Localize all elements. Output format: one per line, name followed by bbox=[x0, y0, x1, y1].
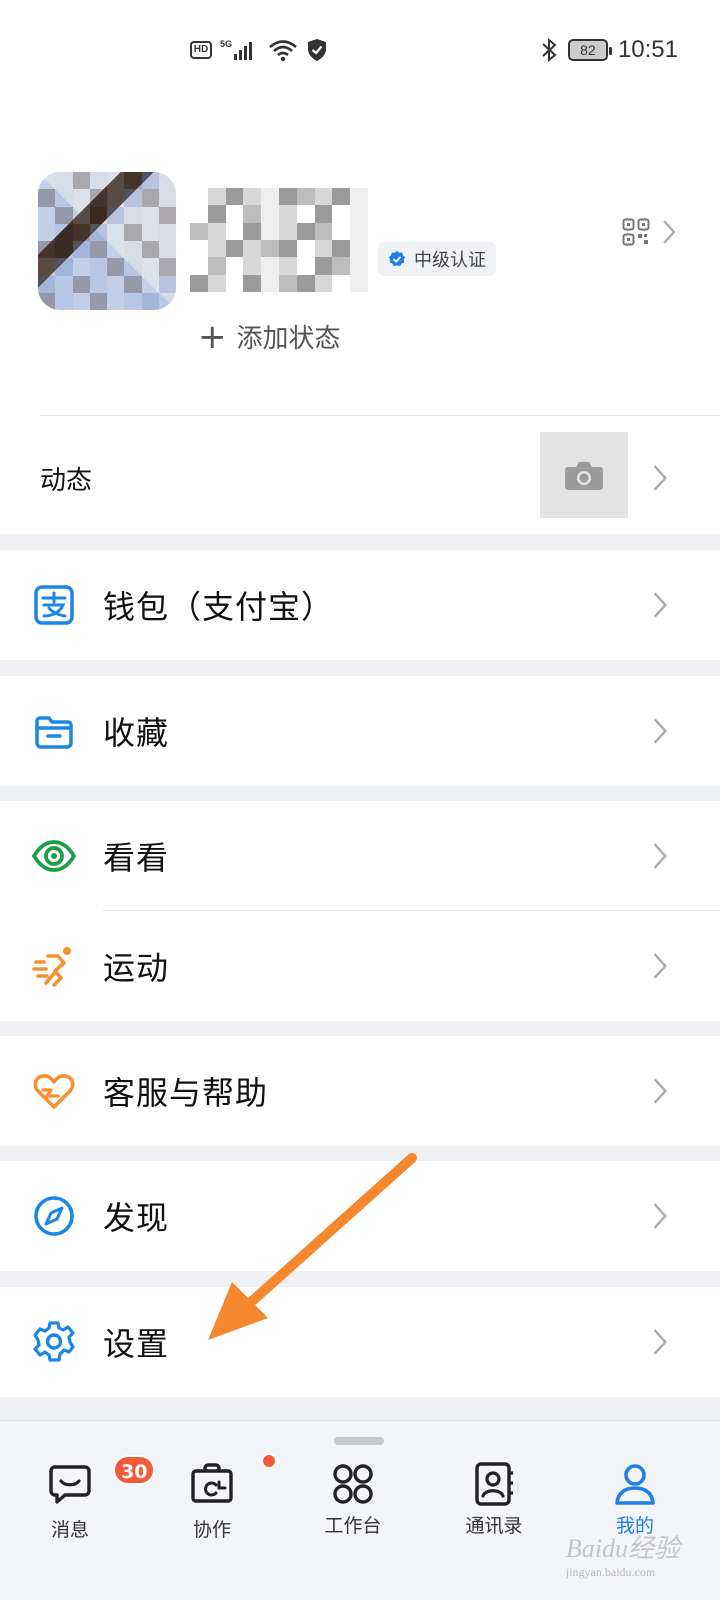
battery-indicator: 82 bbox=[567, 39, 612, 61]
menu-label-kan: 看看 bbox=[103, 839, 170, 877]
menu-group-kan-sport: 看看 运动 bbox=[0, 801, 720, 1021]
chevron-right-icon bbox=[653, 1078, 667, 1104]
chevron-right-icon bbox=[653, 953, 667, 979]
verified-icon bbox=[388, 250, 406, 267]
status-right: 82 10:51 bbox=[540, 36, 678, 64]
menu-item-favorites[interactable]: 收藏 bbox=[0, 676, 720, 786]
tab-label-messages: 消息 bbox=[50, 1519, 89, 1541]
eye-icon bbox=[32, 840, 76, 872]
add-status-label: 添加状态 bbox=[236, 324, 341, 354]
menu-group-settings: 设置 bbox=[0, 1287, 720, 1397]
divider bbox=[40, 415, 720, 416]
chevron-right-icon bbox=[663, 220, 676, 244]
chat-bubble-icon bbox=[49, 1465, 91, 1504]
menu-group-favorites: 收藏 bbox=[0, 676, 720, 786]
tab-collab[interactable]: 协作 bbox=[152, 1453, 277, 1542]
folder-icon bbox=[35, 716, 73, 749]
contact-book-icon bbox=[475, 1462, 513, 1506]
drag-handle[interactable] bbox=[334, 1437, 384, 1445]
tab-messages[interactable]: 30 消息 bbox=[10, 1455, 156, 1542]
unread-badge: 30 bbox=[113, 1455, 156, 1485]
menu-label-sport: 运动 bbox=[103, 949, 170, 987]
signal-icon: 5G bbox=[220, 39, 252, 60]
clock: 10:51 bbox=[617, 36, 678, 63]
person-icon bbox=[615, 1464, 655, 1505]
certification-badge[interactable]: 中级认证 bbox=[378, 242, 496, 276]
menu-item-sport[interactable]: 运动 bbox=[0, 911, 720, 1021]
menu-label-settings: 设置 bbox=[103, 1325, 170, 1363]
qr-code-entry[interactable] bbox=[622, 218, 676, 246]
plus-icon: + bbox=[198, 316, 227, 357]
network-type-label: 5G bbox=[220, 39, 232, 49]
hd-badge: HD bbox=[190, 41, 212, 59]
chevron-right-icon bbox=[653, 1203, 667, 1229]
menu-label-discover: 发现 bbox=[103, 1199, 170, 1237]
wifi-icon bbox=[269, 40, 297, 62]
notification-dot bbox=[261, 1453, 277, 1469]
alipay-icon bbox=[34, 585, 74, 625]
gear-icon bbox=[33, 1321, 75, 1362]
profile-name-blurred bbox=[190, 188, 368, 292]
status-icons: HD 5G bbox=[190, 38, 328, 62]
watermark-brand: Baidu经验 bbox=[565, 1534, 680, 1563]
menu-item-kan[interactable]: 看看 bbox=[0, 801, 720, 911]
tab-contacts[interactable]: 通讯录 bbox=[434, 1461, 554, 1538]
certification-label: 中级认证 bbox=[414, 250, 486, 271]
tab-me[interactable]: 我的 bbox=[575, 1461, 695, 1538]
qr-code-icon bbox=[622, 218, 650, 246]
menu-item-service[interactable]: 客服与帮助 bbox=[0, 1036, 720, 1146]
profile-card[interactable]: 中级认证 + 添加状态 bbox=[0, 104, 720, 424]
chevron-right-icon bbox=[653, 592, 667, 618]
moments-label: 动态 bbox=[40, 466, 93, 496]
chevron-right-icon bbox=[653, 718, 667, 744]
briefcase-icon bbox=[191, 1463, 233, 1503]
camera-icon bbox=[565, 462, 603, 490]
tab-label-collab: 协作 bbox=[192, 1519, 231, 1541]
chevron-right-icon bbox=[653, 1329, 667, 1355]
moments-thumbnail[interactable] bbox=[540, 432, 628, 518]
shield-icon bbox=[308, 39, 326, 61]
tab-workbench[interactable]: 工作台 bbox=[293, 1461, 413, 1538]
heart-hand-icon bbox=[33, 1074, 75, 1109]
menu-item-settings[interactable]: 设置 bbox=[0, 1287, 720, 1397]
running-icon bbox=[32, 947, 71, 987]
menu-label-favorites: 收藏 bbox=[103, 714, 170, 752]
compass-icon bbox=[34, 1196, 74, 1236]
menu-label-wallet: 钱包（支付宝） bbox=[103, 588, 335, 626]
menu-group-discover: 发现 bbox=[0, 1161, 720, 1271]
menu-label-service: 客服与帮助 bbox=[103, 1074, 269, 1112]
moments-row[interactable]: 动态 bbox=[0, 424, 720, 534]
add-status-button[interactable]: + 添加状态 bbox=[198, 318, 341, 355]
avatar[interactable] bbox=[38, 172, 176, 310]
menu-item-wallet[interactable]: 钱包（支付宝） bbox=[0, 550, 720, 660]
menu-group-wallet: 钱包（支付宝） bbox=[0, 550, 720, 660]
chevron-right-icon bbox=[653, 465, 667, 491]
tab-label-contacts: 通讯录 bbox=[465, 1515, 523, 1537]
status-bar: HD 5G 82 10:51 bbox=[0, 0, 720, 104]
bluetooth-icon bbox=[542, 37, 557, 63]
menu-item-discover[interactable]: 发现 bbox=[0, 1161, 720, 1271]
menu-group-service: 客服与帮助 bbox=[0, 1036, 720, 1146]
chevron-right-icon bbox=[653, 843, 667, 869]
tab-label-workbench: 工作台 bbox=[324, 1515, 382, 1537]
watermark: Baidu经验 jingyan.baidu.com bbox=[566, 1528, 680, 1580]
watermark-url: jingyan.baidu.com bbox=[565, 1565, 656, 1579]
grid-apps-icon bbox=[333, 1464, 373, 1504]
